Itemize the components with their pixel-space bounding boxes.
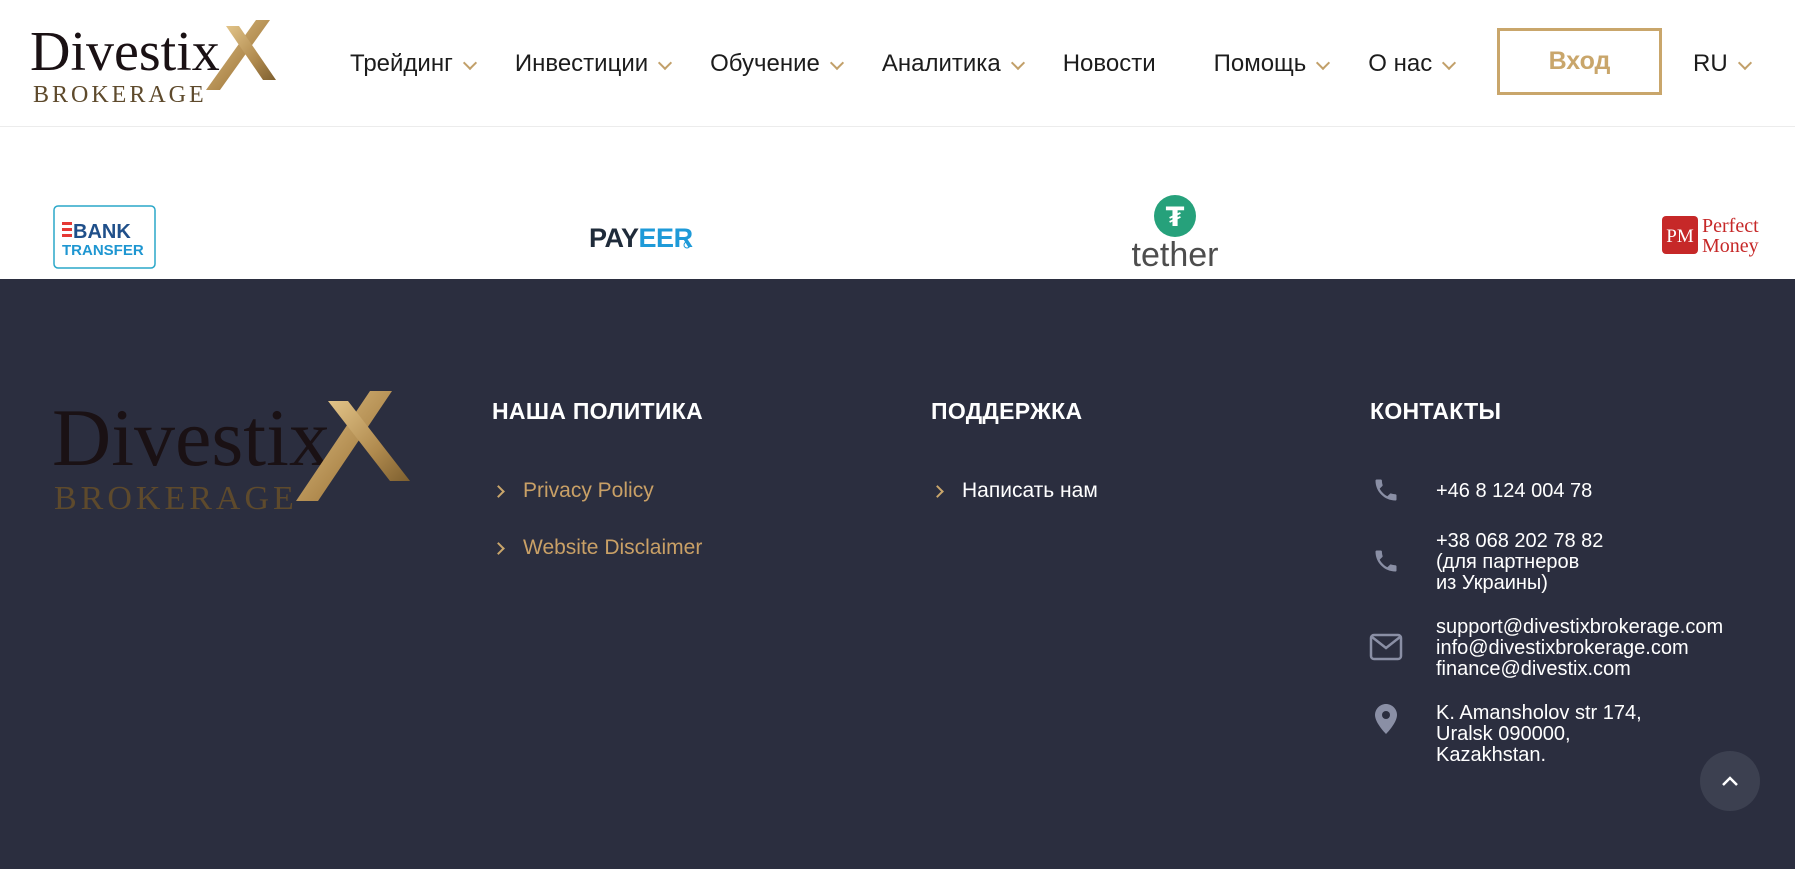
write-to-us-link[interactable]: Написать нам bbox=[931, 479, 1098, 503]
nav-about-label: О нас bbox=[1368, 49, 1433, 77]
chevron-down-icon bbox=[462, 55, 477, 70]
nav-education[interactable]: Обучение bbox=[710, 49, 844, 78]
tether-logo: ₮ tether bbox=[1132, 195, 1219, 271]
svg-text:Divestix: Divestix bbox=[30, 21, 220, 83]
nav-education-label: Обучение bbox=[710, 49, 820, 77]
nav-trading[interactable]: Трейдинг bbox=[350, 49, 477, 78]
svg-text:₮: ₮ bbox=[1166, 202, 1185, 233]
address: K. Amansholov str 174, Uralsk 090000, Ka… bbox=[1436, 703, 1642, 766]
nav-trading-label: Трейдинг bbox=[350, 49, 453, 77]
svg-text:tether: tether bbox=[1132, 236, 1219, 271]
phone-ukraine-number: +38 068 202 78 82 bbox=[1436, 530, 1604, 552]
chevron-up-icon bbox=[1722, 776, 1738, 786]
envelope-icon bbox=[1369, 633, 1403, 661]
nav-analytics-label: Аналитика bbox=[881, 49, 1001, 77]
chevron-down-icon bbox=[1316, 55, 1331, 70]
payment-methods-strip: BANK TRANSFER PAYEER ₮ tether PM Perfect… bbox=[0, 127, 1795, 279]
login-button[interactable]: Вход bbox=[1497, 28, 1662, 95]
map-pin-icon bbox=[1375, 704, 1397, 734]
svg-text:Divestix: Divestix bbox=[52, 392, 330, 483]
svg-text:BROKERAGE: BROKERAGE bbox=[33, 82, 207, 108]
chevron-down-icon bbox=[1442, 55, 1457, 70]
chevron-right-icon bbox=[492, 541, 505, 555]
chevron-down-icon bbox=[1010, 55, 1025, 70]
nav-about[interactable]: О нас bbox=[1368, 49, 1457, 78]
language-label: RU bbox=[1693, 49, 1728, 77]
email-support[interactable]: support@divestixbrokerage.com bbox=[1436, 617, 1723, 638]
nav-news-label: Новости bbox=[1062, 49, 1156, 77]
chevron-down-icon bbox=[829, 55, 844, 70]
phone-ukraine[interactable]: +38 068 202 78 82 (для партнеров из Укра… bbox=[1436, 531, 1603, 594]
svg-text:TRANSFER: TRANSFER bbox=[62, 242, 144, 259]
support-title: ПОДДЕРЖКА bbox=[931, 398, 1083, 424]
website-disclaimer-label: Website Disclaimer bbox=[523, 536, 703, 559]
policy-title: НАША ПОЛИТИКА bbox=[492, 398, 703, 424]
address-line-1: K. Amansholov str 174, bbox=[1436, 702, 1642, 724]
nav-news[interactable]: Новости bbox=[1063, 50, 1156, 78]
phone-ukraine-note-1: (для партнеров bbox=[1436, 551, 1580, 573]
nav-help[interactable]: Помощь bbox=[1213, 49, 1331, 78]
site-header: Divestix BROKERAGE Трейдинг Инвестиции О… bbox=[0, 0, 1795, 127]
svg-text:Perfect: Perfect bbox=[1702, 215, 1759, 237]
chevron-right-icon bbox=[492, 484, 505, 498]
website-disclaimer-link[interactable]: Website Disclaimer bbox=[492, 536, 702, 560]
write-to-us-label: Написать нам bbox=[962, 479, 1098, 502]
language-selector[interactable]: RU bbox=[1693, 0, 1752, 127]
contacts-title: КОНТАКТЫ bbox=[1370, 398, 1502, 424]
phone-icon bbox=[1375, 479, 1397, 501]
privacy-policy-label: Privacy Policy bbox=[523, 479, 654, 502]
svg-text:BANK: BANK bbox=[73, 221, 131, 243]
svg-text:Money: Money bbox=[1702, 235, 1759, 257]
svg-text:BROKERAGE: BROKERAGE bbox=[54, 480, 298, 517]
chevron-down-icon bbox=[1737, 55, 1752, 70]
svg-text:PAYEER: PAYEER bbox=[589, 223, 693, 253]
payeer-logo: PAYEER bbox=[589, 223, 693, 253]
chevron-right-icon bbox=[931, 484, 944, 498]
address-line-3: Kazakhstan. bbox=[1436, 744, 1547, 766]
nav-analytics[interactable]: Аналитика bbox=[881, 49, 1025, 78]
nav-help-label: Помощь bbox=[1213, 49, 1307, 77]
site-footer: Divestix BROKERAGE НАША ПОЛИТИКА Privacy… bbox=[0, 279, 1795, 869]
phone-primary-number: +46 8 124 004 78 bbox=[1436, 480, 1593, 502]
email-finance[interactable]: finance@divestix.com bbox=[1436, 659, 1723, 680]
divestix-footer-logo[interactable]: Divestix BROKERAGE bbox=[52, 389, 422, 519]
divestix-logo[interactable]: Divestix BROKERAGE bbox=[30, 18, 290, 108]
address-line-2: Uralsk 090000, bbox=[1436, 723, 1571, 745]
privacy-policy-link[interactable]: Privacy Policy bbox=[492, 479, 654, 503]
svg-text:PM: PM bbox=[1666, 226, 1694, 247]
phone-primary[interactable]: +46 8 124 004 78 bbox=[1436, 481, 1592, 502]
email-info[interactable]: info@divestixbrokerage.com bbox=[1436, 638, 1723, 659]
phone-ukraine-note-2: из Украины) bbox=[1436, 572, 1548, 594]
main-nav: Трейдинг Инвестиции Обучение Аналитика Н… bbox=[350, 0, 1457, 127]
nav-investments-label: Инвестиции bbox=[514, 49, 649, 77]
nav-investments[interactable]: Инвестиции bbox=[514, 49, 673, 78]
perfect-money-logo: PM Perfect Money bbox=[1662, 215, 1759, 257]
scroll-to-top-button[interactable] bbox=[1700, 751, 1760, 811]
chevron-down-icon bbox=[658, 55, 673, 70]
phone-icon bbox=[1375, 550, 1397, 572]
email-list: support@divestixbrokerage.com info@dives… bbox=[1436, 617, 1723, 680]
bank-transfer-logo: BANK TRANSFER bbox=[53, 205, 156, 269]
